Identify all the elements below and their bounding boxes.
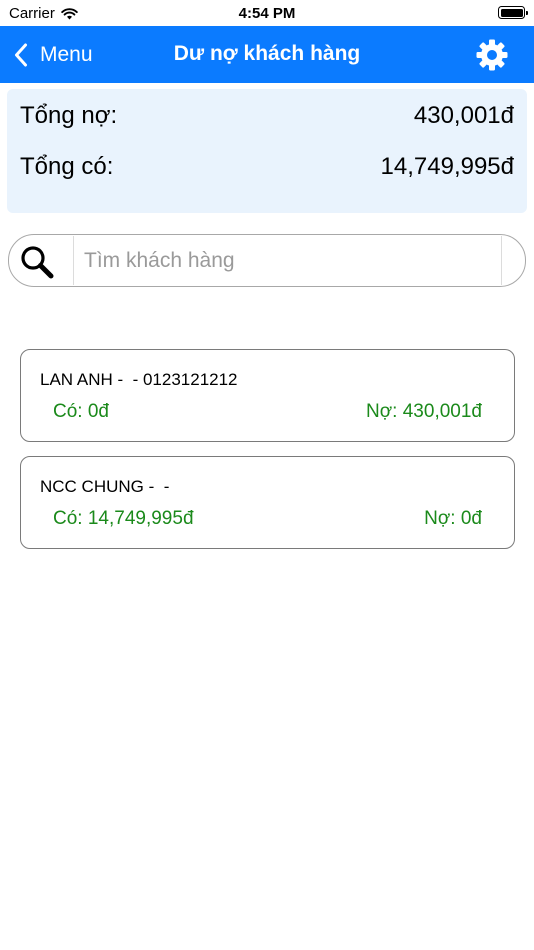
summary-panel: Tổng nợ: 430,001đ Tổng có: 14,749,995đ	[7, 89, 527, 213]
clock: 4:54 PM	[238, 5, 296, 22]
customer-credit: Có: 14,749,995đ	[53, 508, 194, 529]
total-debt-row: Tổng nợ: 430,001đ	[20, 102, 514, 132]
customer-name: NCC CHUNG - -	[40, 477, 170, 496]
navigation-bar: Menu Dư nợ khách hàng	[0, 26, 534, 83]
customer-credit: Có: 0đ	[53, 401, 109, 422]
total-debt-value: 430,001đ	[413, 102, 514, 129]
customer-debt: Nợ: 430,001đ	[366, 401, 482, 422]
page-title: Dư nợ khách hàng	[173, 42, 361, 65]
battery-icon	[498, 6, 528, 19]
settings-button[interactable]	[475, 38, 509, 72]
customer-name: LAN ANH - - 0123121212	[40, 370, 238, 389]
customer-debt: Nợ: 0đ	[424, 508, 482, 529]
search-input[interactable]	[73, 236, 502, 285]
customer-card[interactable]: NCC CHUNG - - Có: 14,749,995đ Nợ: 0đ	[20, 456, 515, 549]
gear-icon	[476, 39, 508, 71]
customer-card[interactable]: LAN ANH - - 0123121212 Có: 0đ Nợ: 430,00…	[20, 349, 515, 442]
total-credit-row: Tổng có: 14,749,995đ	[20, 153, 514, 183]
total-credit-label: Tổng có:	[20, 153, 114, 180]
search-icon[interactable]	[19, 244, 55, 280]
total-debt-label: Tổng nợ:	[20, 102, 118, 129]
search-bar	[8, 234, 526, 287]
status-bar: Carrier 4:54 PM	[0, 0, 534, 26]
total-credit-value: 14,749,995đ	[380, 153, 514, 180]
